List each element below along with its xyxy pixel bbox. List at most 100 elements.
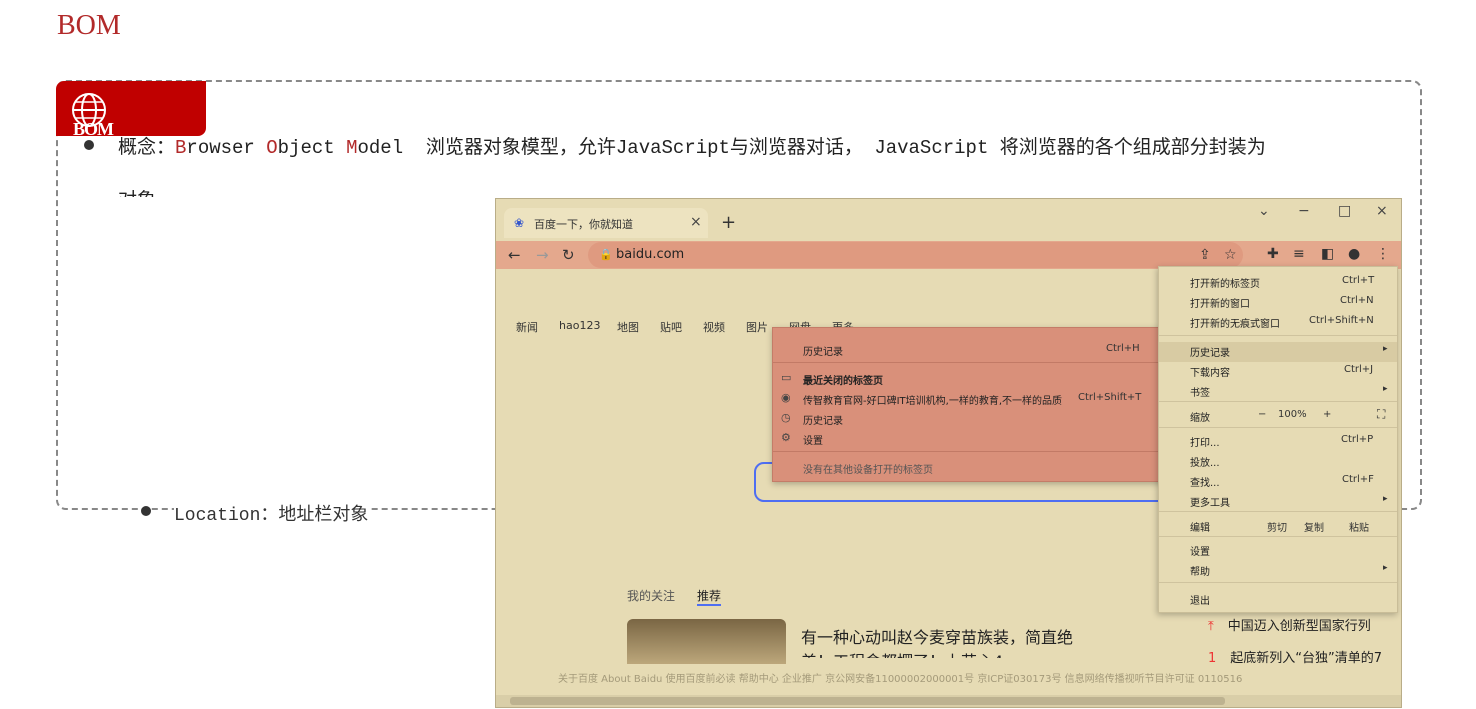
chevron-right-icon: ▸ bbox=[1383, 384, 1388, 394]
bullet-dot bbox=[141, 506, 151, 516]
close-icon[interactable]: × bbox=[690, 214, 702, 230]
hot-item[interactable]: ⤒ 中国迈入创新型国家行列 bbox=[1208, 615, 1371, 634]
concept-o: O bbox=[266, 137, 278, 159]
browser-screenshot: ❀ 百度一下，你就知道 × + ⌄ − □ × ← → ↻ 🔒 baidu.co… bbox=[495, 198, 1402, 708]
divider bbox=[1159, 401, 1397, 402]
news-headline-2[interactable]: 美！工程舍都摆了！上花心4 bbox=[801, 648, 1003, 658]
news-thumbnail[interactable] bbox=[627, 619, 786, 664]
concept-bject: bject bbox=[277, 137, 347, 159]
lock-icon: 🔒 bbox=[599, 248, 613, 261]
side-panel-icon[interactable]: ◧ bbox=[1321, 246, 1334, 262]
chevron-right-icon: ▸ bbox=[1383, 344, 1388, 354]
submenu-item[interactable]: 历史记录 bbox=[803, 412, 843, 427]
page-footer: 关于百度 About Baidu 使用百度前必读 帮助中心 企业推广 京公网安备… bbox=[558, 674, 1243, 685]
menu-more-tools[interactable]: 更多工具 bbox=[1190, 494, 1230, 509]
nav-link[interactable]: 贴吧 bbox=[660, 319, 682, 335]
chevron-down-icon[interactable]: ⌄ bbox=[1258, 203, 1270, 219]
menu-incognito[interactable]: 打开新的无痕式窗口 bbox=[1190, 315, 1280, 330]
feed-tab-follow[interactable]: 我的关注 bbox=[627, 587, 675, 604]
concept-line2: 对象 bbox=[118, 185, 156, 197]
url-text: baidu.com bbox=[616, 247, 685, 262]
menu-settings[interactable]: 设置 bbox=[1190, 543, 1210, 558]
fullscreen-icon[interactable]: ⛶ bbox=[1377, 407, 1385, 422]
divider bbox=[1159, 427, 1397, 428]
submenu-item[interactable]: 设置 bbox=[803, 432, 823, 447]
divider bbox=[1159, 511, 1397, 512]
news-headline[interactable]: 有一种心动叫赵今麦穿苗族装，简直绝 bbox=[801, 624, 1073, 648]
menu-new-tab[interactable]: 打开新的标签页 bbox=[1190, 275, 1260, 290]
shortcut: Ctrl+T bbox=[1342, 275, 1375, 286]
nav-link[interactable]: 新闻 bbox=[516, 319, 538, 335]
shortcut: Ctrl+P bbox=[1341, 434, 1374, 445]
divider bbox=[773, 362, 1163, 363]
baidu-paw-icon: ❀ bbox=[514, 216, 525, 230]
menu-new-window[interactable]: 打开新的窗口 bbox=[1190, 295, 1250, 310]
hot-title: 中国迈入创新型国家行列 bbox=[1227, 619, 1371, 634]
shortcut: Ctrl+F bbox=[1342, 474, 1374, 485]
minimize-icon[interactable]: − bbox=[1298, 203, 1310, 219]
badge-label: BOM bbox=[73, 119, 114, 139]
concept-m: M bbox=[346, 137, 358, 159]
reload-icon[interactable]: ↻ bbox=[562, 246, 575, 264]
shortcut: Ctrl+Shift+T bbox=[1078, 392, 1142, 403]
feed-tab-recommend[interactable]: 推荐 bbox=[697, 587, 722, 606]
menu-bookmarks[interactable]: 书签 bbox=[1190, 384, 1210, 399]
shortcut: Ctrl+Shift+N bbox=[1309, 315, 1374, 326]
menu-edit: 编辑 bbox=[1190, 523, 1210, 534]
hot-rank: 1 bbox=[1208, 651, 1217, 666]
divider bbox=[1159, 335, 1397, 336]
address-bar[interactable]: 🔒 baidu.com ⇪ ☆ bbox=[588, 242, 1243, 268]
history-submenu: 历史记录 Ctrl+H ▭ 最近关闭的标签页 ◉ 传智教育官网-好口碑IT培训机… bbox=[772, 327, 1164, 482]
zoom-value: 100% bbox=[1278, 409, 1307, 420]
paste-button[interactable]: 粘贴 bbox=[1349, 519, 1369, 534]
submenu-history-header[interactable]: 历史记录 bbox=[803, 343, 843, 358]
concept-rest: 浏览器对象模型，允许JavaScript与浏览器对话， JavaScript 将… bbox=[425, 137, 1266, 159]
menu-print[interactable]: 打印... bbox=[1190, 434, 1220, 449]
copy-button[interactable]: 复制 bbox=[1304, 519, 1324, 534]
history-icon: ◷ bbox=[781, 411, 791, 424]
horizontal-scrollbar[interactable] bbox=[496, 695, 1401, 707]
window-close-icon[interactable]: × bbox=[1376, 203, 1388, 219]
zoom-out-button[interactable]: − bbox=[1258, 409, 1266, 420]
maximize-icon[interactable]: □ bbox=[1338, 203, 1351, 219]
chevron-right-icon: ▸ bbox=[1383, 563, 1388, 573]
star-icon[interactable]: ☆ bbox=[1224, 247, 1237, 263]
menu-cast[interactable]: 投放... bbox=[1190, 454, 1220, 469]
menu-history[interactable]: 历史记录 bbox=[1190, 344, 1230, 359]
chevron-right-icon: ▸ bbox=[1383, 494, 1388, 504]
profile-icon[interactable]: ● bbox=[1348, 246, 1360, 262]
nav-link[interactable]: 地图 bbox=[617, 319, 639, 335]
back-icon[interactable]: ← bbox=[508, 246, 521, 264]
concept-rowser: rowser bbox=[186, 137, 267, 159]
menu-find[interactable]: 查找... bbox=[1190, 474, 1220, 489]
plus-icon[interactable]: + bbox=[721, 212, 736, 233]
concept-b: B bbox=[175, 137, 187, 159]
scrollbar-thumb[interactable] bbox=[510, 697, 1225, 705]
nav-link[interactable]: hao123 bbox=[559, 319, 600, 332]
nav-link[interactable]: 视频 bbox=[703, 319, 725, 335]
bullet-dot bbox=[84, 140, 94, 150]
shortcut: Ctrl+J bbox=[1344, 364, 1374, 375]
hot-rank: ⤒ bbox=[1208, 619, 1214, 634]
gear-icon: ⚙ bbox=[781, 431, 791, 444]
forward-icon[interactable]: → bbox=[536, 246, 549, 264]
tab-title: 百度一下，你就知道 bbox=[534, 218, 633, 231]
menu-exit[interactable]: 退出 bbox=[1190, 592, 1210, 607]
menu-downloads[interactable]: 下载内容 bbox=[1190, 364, 1230, 379]
menu-zoom: 缩放 bbox=[1190, 413, 1210, 424]
submenu-item[interactable]: 传智教育官网-好口碑IT培训机构,一样的教育,不一样的品质 bbox=[803, 392, 1062, 407]
hot-item[interactable]: 1 起底新列入“台独”清单的7 bbox=[1208, 647, 1382, 666]
recently-closed-label: 最近关闭的标签页 bbox=[803, 376, 883, 387]
share-icon[interactable]: ⇪ bbox=[1199, 247, 1211, 263]
concept-odel: odel bbox=[357, 137, 404, 159]
nav-link[interactable]: 图片 bbox=[746, 319, 768, 335]
kebab-menu-icon[interactable]: ⋮ bbox=[1376, 246, 1390, 262]
reading-list-icon[interactable]: ≡ bbox=[1293, 246, 1305, 262]
menu-help[interactable]: 帮助 bbox=[1190, 563, 1210, 578]
zoom-in-button[interactable]: + bbox=[1323, 409, 1331, 420]
extension-icon[interactable]: ✚ bbox=[1267, 246, 1279, 262]
toolbar: ← → ↻ 🔒 baidu.com ⇪ ☆ ✚ ≡ ◧ ● ⋮ bbox=[496, 241, 1401, 269]
cut-button[interactable]: 剪切 bbox=[1267, 519, 1287, 534]
divider bbox=[1159, 582, 1397, 583]
browser-tab[interactable]: ❀ 百度一下，你就知道 × bbox=[504, 208, 708, 238]
